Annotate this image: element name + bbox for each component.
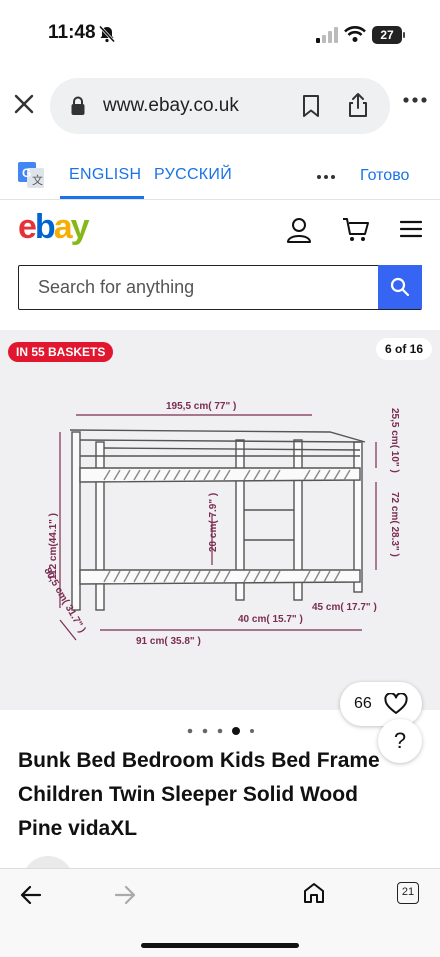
search-icon (390, 277, 410, 297)
url-text[interactable]: www.ebay.co.uk (103, 95, 239, 117)
search-bar (18, 265, 422, 310)
translate-bar: G 文 ENGLISH РУССКИЙ Готово (0, 150, 440, 200)
product-image-gallery[interactable]: IN 55 BASKETS 6 of 16 195,5 cm(77") 11… (0, 330, 440, 710)
title-line-1: Bunk Bed Bedroom Kids Bed Frame (18, 749, 380, 772)
watch-count: 66 (354, 695, 372, 712)
close-icon[interactable] (12, 92, 36, 116)
lock-icon (71, 96, 85, 115)
user-icon[interactable] (286, 217, 312, 243)
logo-letter-e: e (18, 208, 37, 246)
bunk-bed-dimension-drawing: 195,5 cm( 77" ) 112 cm(44.1" ) 25,5 cm( … (41, 401, 400, 647)
heart-icon (384, 693, 408, 714)
search-input[interactable] (19, 266, 379, 308)
dim-len-a: 91 cm( 35.8" ) (136, 636, 201, 647)
dim-len-c: 45 cm( 17.7" ) (312, 602, 377, 613)
lang-english-tab[interactable]: ENGLISH (69, 166, 141, 184)
more-options-icon[interactable] (402, 96, 428, 104)
back-arrow-icon[interactable] (20, 885, 42, 905)
dim-upper-rail: 25,5 cm( 10" ) (389, 408, 400, 473)
help-button[interactable]: ? (378, 719, 422, 763)
home-icon[interactable] (302, 881, 326, 905)
silent-bell-icon (98, 25, 116, 43)
dim-len-b: 40 cm( 15.7" ) (238, 614, 303, 625)
ebay-logo[interactable]: ebay (18, 207, 90, 247)
tabs-button[interactable]: 21 (397, 882, 419, 904)
listing-title: Bunk Bed Bedroom Kids Bed Frame Children… (18, 744, 428, 846)
translate-done-button[interactable]: Готово (360, 167, 409, 185)
watch-button[interactable]: 66 (340, 682, 422, 726)
bookmark-icon[interactable] (300, 94, 322, 118)
forward-arrow-icon[interactable] (114, 885, 136, 905)
active-tab-underline (60, 196, 144, 199)
dim-width-top: 195,5 cm( 77" ) (166, 401, 236, 412)
google-translate-icon: G 文 (18, 162, 44, 188)
image-counter: 6 of 16 (375, 338, 432, 360)
logo-letter-y: y (70, 208, 90, 246)
logo-letter-b: b (34, 208, 56, 246)
search-button[interactable] (378, 265, 422, 309)
svg-text:G: G (22, 166, 31, 180)
battery-indicator: 27 (372, 26, 405, 44)
hamburger-icon[interactable] (400, 220, 422, 238)
cart-icon[interactable] (342, 217, 370, 243)
wifi-icon (344, 26, 366, 42)
status-bar: 11:48 27 (0, 0, 440, 70)
home-indicator (141, 943, 299, 948)
lang-russian-tab[interactable]: РУССКИЙ (154, 166, 232, 184)
basket-count-badge: IN 55 BASKETS (8, 342, 114, 362)
svg-text:文: 文 (32, 173, 43, 187)
status-time: 11:48 (48, 22, 96, 43)
signal-icon (316, 27, 338, 43)
title-line-2: Children Twin Sleeper Solid Wood (18, 783, 358, 806)
title-line-3: Pine vidaXL (18, 817, 138, 840)
share-icon[interactable] (346, 92, 370, 118)
address-bar[interactable]: www.ebay.co.uk (50, 78, 390, 134)
translate-more-icon[interactable] (316, 174, 336, 180)
logo-letter-a: a (53, 208, 73, 246)
browser-toolbar: 21 (0, 868, 440, 957)
dim-upper-height: 72 cm( 28.3" ) (389, 492, 400, 557)
carousel-dots[interactable] (186, 726, 258, 736)
dim-ladder: 20 cm( 7.9" ) (208, 493, 219, 552)
